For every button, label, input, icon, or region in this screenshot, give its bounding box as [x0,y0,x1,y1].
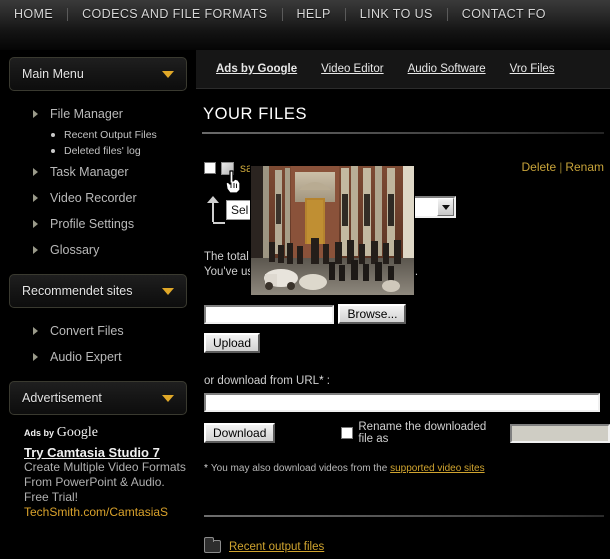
triangle-right-icon [33,353,38,361]
folder-icon [204,537,221,553]
chevron-down-icon[interactable] [162,287,174,295]
chevron-down-icon[interactable] [437,198,454,216]
page-title: YOUR FILES [203,105,308,123]
file-select-checkbox[interactable] [204,162,216,174]
ads-by-prefix: Ads by [24,428,55,438]
url-label-colon: : [326,375,330,387]
sidebar: Main Menu File Manager Recent Output Fil… [0,50,196,559]
sidebar-item-label: Task Manager [50,165,129,179]
chevron-down-icon[interactable] [162,70,174,78]
top-navigation: HOME CODECS AND FILE FORMATS HELP LINK T… [0,0,610,50]
delete-link[interactable]: Delete [522,160,557,174]
rename-option: Rename the downloaded file as [341,421,610,445]
sidebar-item-label: Convert Files [50,324,124,338]
panel-title-advertisement: Advertisement [22,391,102,405]
sidebar-panel-advertisement[interactable]: Advertisement [9,381,187,415]
video-frame-thumbnail-image [251,166,414,295]
sidebar-item-glossary[interactable]: Glossary [0,237,196,263]
sidebar-item-label: Glossary [50,243,100,257]
rename-link[interactable]: Renam [565,160,604,174]
sidebar-item-label: File Manager [50,107,123,121]
video-frame-preview-popup[interactable] [251,166,414,295]
chevron-down-icon[interactable] [162,394,174,402]
rename-label: Rename the downloaded file as [358,421,487,445]
adstrip-ads-by-google[interactable]: Ads by Google [216,63,297,75]
upload-form: Browse... Upload [196,304,610,353]
upload-button[interactable]: Upload [204,333,261,353]
nav-item-contact-form[interactable]: CONTACT FO [448,7,560,21]
file-row-actions: Delete | Renam [522,160,605,174]
bullet-icon [51,133,55,137]
nav-item-codecs-and-file-formats[interactable]: CODECS AND FILE FORMATS [68,7,281,21]
sidebar-subitem-recent-output-files[interactable]: Recent Output Files [0,127,196,143]
sidebar-item-convert-files[interactable]: Convert Files [0,318,196,344]
sidebar-item-label: Profile Settings [50,217,135,231]
rename-checkbox[interactable] [341,427,354,439]
url-label-text: or download from URL [204,375,320,387]
google-wordmark: Google [56,425,98,440]
adstrip-audio-software[interactable]: Audio Software [408,63,486,75]
recommended-sites-list: Convert Files Audio Expert [0,308,196,374]
ad-title-link[interactable]: Try Camtasia Studio 7 [24,445,176,460]
google-ads-strip: Ads by Google Video Editor Audio Softwar… [196,50,610,89]
footnote-marker: * [319,375,324,387]
upload-button-wrap: Upload [204,333,610,353]
select-format-label: Sel [226,200,254,220]
title-divider [202,132,604,134]
triangle-right-icon [33,194,38,202]
triangle-right-icon [33,246,38,254]
sidebar-item-task-manager[interactable]: Task Manager [0,159,196,185]
ad-body-text: Create Multiple Video Formats From Power… [24,460,186,504]
download-row: Download Rename the downloaded file as [196,421,610,445]
main-content: Ads by Google Video Editor Audio Softwar… [196,50,610,559]
adstrip-video-editor[interactable]: Video Editor [321,63,383,75]
sidebar-advertisement-block: Ads by Google Try Camtasia Studio 7 Crea… [0,415,196,519]
panel-title-main-menu: Main Menu [22,67,84,81]
format-dropdown[interactable] [410,196,456,218]
footnote-body: You may also download videos from the [210,463,388,474]
bullet-icon [51,149,55,153]
triangle-right-icon [33,168,38,176]
file-path-input[interactable] [204,304,334,324]
bottom-divider [204,515,604,517]
url-download-label: or download from URL* : [196,375,610,387]
url-input[interactable] [204,393,600,412]
sidebar-item-file-manager[interactable]: File Manager [0,101,196,127]
footnote-marker: * [204,463,208,474]
download-button[interactable]: Download [204,423,276,443]
sidebar-item-audio-expert[interactable]: Audio Expert [0,344,196,370]
sidebar-subitem-deleted-files-log[interactable]: Deleted files' log [0,143,196,159]
recent-output-files-link[interactable]: Recent output files [229,541,324,553]
nav-item-home[interactable]: HOME [0,7,67,21]
triangle-right-icon [33,220,38,228]
top-nav-row: HOME CODECS AND FILE FORMATS HELP LINK T… [0,0,610,26]
sidebar-subitem-label: Deleted files' log [64,145,141,157]
panel-title-recommended-sites: Recommendet sites [22,284,133,298]
triangle-right-icon [33,110,38,118]
ads-by-google-label: Ads by Google [24,425,196,441]
rename-input[interactable] [510,423,610,443]
sidebar-item-label: Video Recorder [50,191,137,205]
up-arrow-icon [204,196,225,224]
browse-button[interactable]: Browse... [338,304,407,324]
main-menu-list: File Manager Recent Output Files Deleted… [0,91,196,267]
sidebar-panel-main-menu[interactable]: Main Menu [9,57,187,91]
ad-url-link[interactable]: TechSmith.com/CamtasiaS [24,505,196,519]
sidebar-item-profile-settings[interactable]: Profile Settings [0,211,196,237]
hand-cursor-icon [225,170,241,194]
footnote-text: * You may also download videos from the s… [196,463,610,474]
sidebar-item-video-recorder[interactable]: Video Recorder [0,185,196,211]
recent-output-files-row[interactable]: Recent output files [204,537,324,553]
nav-item-link-to-us[interactable]: LINK TO US [346,7,447,21]
triangle-right-icon [33,327,38,335]
arrow-foot [213,222,225,224]
sidebar-panel-recommended-sites[interactable]: Recommendet sites [9,274,187,308]
supported-video-sites-link[interactable]: supported video sites [390,463,485,474]
sidebar-item-label: Audio Expert [50,350,122,364]
sidebar-subitem-label: Recent Output Files [64,129,157,141]
action-separator: | [559,160,563,174]
page-root: HOME CODECS AND FILE FORMATS HELP LINK T… [0,0,610,559]
adstrip-vro-files[interactable]: Vro Files [510,63,555,75]
nav-item-help[interactable]: HELP [283,7,345,21]
